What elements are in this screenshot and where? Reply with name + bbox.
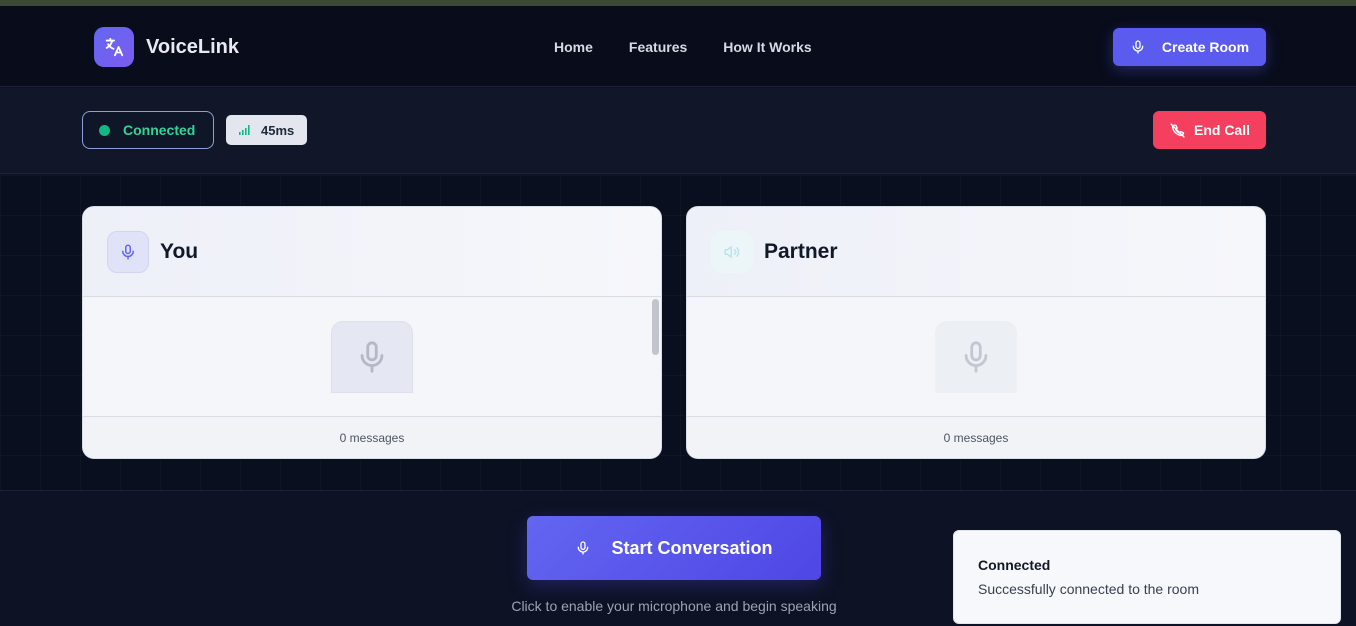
toast-notification[interactable]: Connected Successfully connected to the … [953,530,1341,624]
toast-message: Successfully connected to the room [978,581,1200,597]
status-bar: Connected 45ms End Call [0,88,1356,174]
start-conversation-label: Start Conversation [611,537,773,558]
you-message-count: 0 messages [83,417,661,458]
speaker-icon [711,230,753,273]
phone-off-icon [1169,122,1186,139]
connection-status-label: Connected [123,122,196,138]
mic-placeholder-icon [935,321,1017,393]
nav-links: Home Features How It Works [554,39,848,55]
signal-icon [239,125,251,135]
partner-panel-header: Partner [687,207,1265,297]
nav-home-link[interactable]: Home [554,39,593,55]
you-transcript-area[interactable] [83,297,661,417]
toast-title: Connected [978,557,1051,573]
transcript-scrollbar[interactable] [652,299,659,355]
latency-badge: 45ms [226,115,307,145]
status-dot [99,124,110,136]
create-room-label: Create Room [1161,39,1250,55]
partner-panel-title: Partner [764,239,838,263]
mic-icon [1130,39,1146,55]
translate-icon [94,27,134,67]
end-call-button[interactable]: End Call [1153,111,1266,149]
latency-value: 45ms [261,122,295,138]
you-panel: You 0 messages [82,206,662,459]
conversation-area: You 0 messages Partner 0 messages [0,175,1356,491]
mic-icon [575,540,591,556]
start-conversation-button[interactable]: Start Conversation [527,516,821,580]
you-panel-title: You [160,239,199,263]
create-room-button[interactable]: Create Room [1113,28,1266,66]
nav-features-link[interactable]: Features [629,39,687,55]
partner-panel: Partner 0 messages [686,206,1266,459]
mic-icon [107,230,149,273]
connection-status-badge: Connected [82,111,214,149]
partner-transcript-area[interactable] [687,297,1265,417]
navbar: VoiceLink Home Features How It Works Cre… [0,6,1356,87]
you-panel-header: You [83,207,661,297]
end-call-label: End Call [1193,122,1250,138]
nav-how-it-works-link[interactable]: How It Works [723,39,811,55]
brand[interactable]: VoiceLink [94,27,239,67]
partner-message-count: 0 messages [687,417,1265,458]
mic-placeholder-icon [331,321,413,393]
brand-name: VoiceLink [146,35,239,58]
